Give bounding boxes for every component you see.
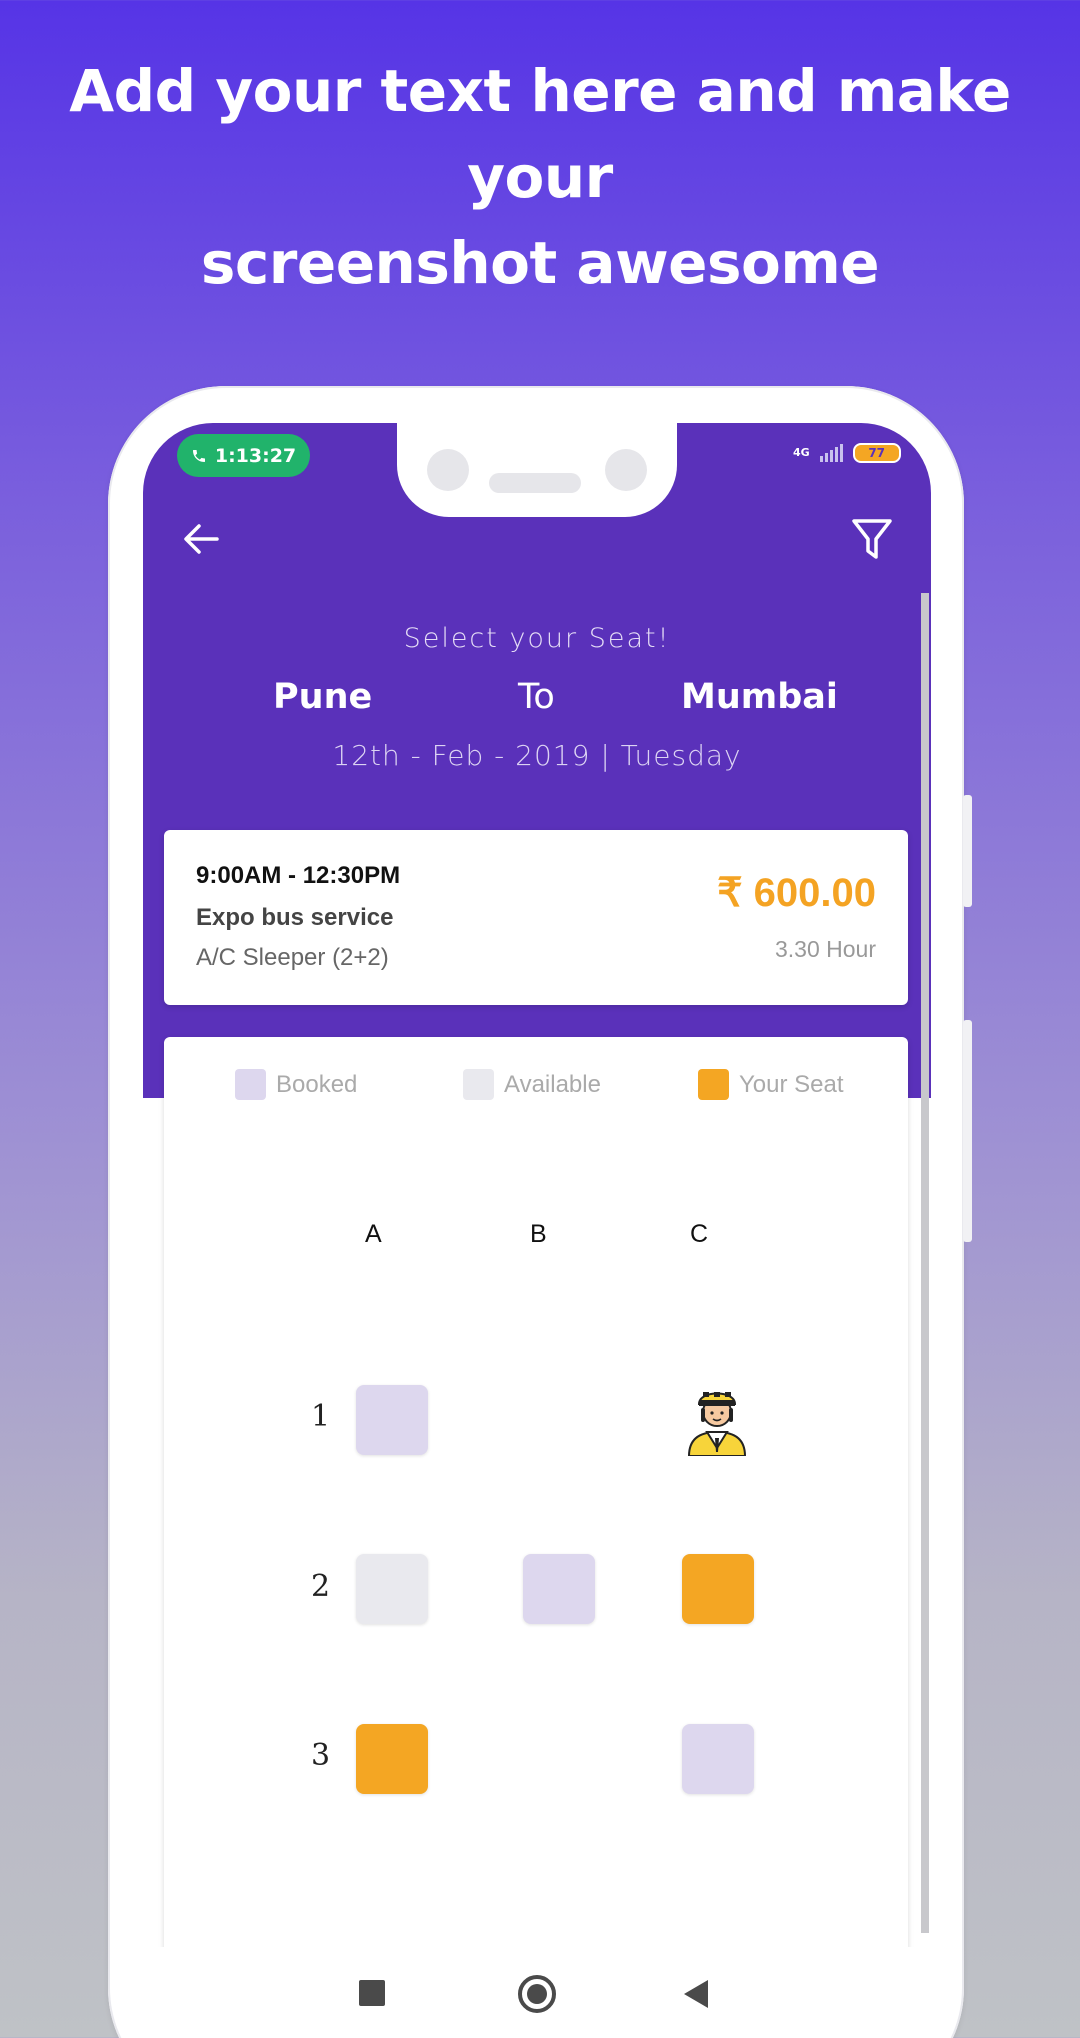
battery-icon: 77 bbox=[852, 443, 901, 463]
legend-your-seat: Your Seat bbox=[698, 1069, 844, 1100]
phone-call-icon bbox=[192, 449, 205, 462]
home-icon[interactable] bbox=[518, 1975, 556, 2013]
earpiece-speaker bbox=[489, 473, 581, 493]
front-camera-icon bbox=[427, 449, 469, 491]
phone-power-button bbox=[963, 1020, 972, 1242]
battery-level: 77 bbox=[868, 446, 886, 460]
your-seat-swatch bbox=[698, 1069, 729, 1100]
seat-3a[interactable] bbox=[356, 1724, 428, 1794]
route-separator: To bbox=[518, 677, 555, 717]
promo-headline: Add your text here and make your screens… bbox=[0, 48, 1080, 306]
origin-city: Pune bbox=[273, 677, 373, 717]
legend-available: Available bbox=[463, 1069, 601, 1100]
signal-icon bbox=[819, 444, 843, 462]
phone-volume-button bbox=[963, 795, 972, 907]
column-label-a: A bbox=[365, 1220, 382, 1248]
page-title: Select your Seat! bbox=[403, 623, 671, 654]
legend-your-seat-label: Your Seat bbox=[739, 1070, 844, 1098]
back-arrow-button[interactable] bbox=[177, 515, 225, 563]
booked-swatch bbox=[235, 1069, 266, 1100]
scrollbar[interactable] bbox=[921, 593, 929, 1933]
column-label-b: B bbox=[530, 1220, 547, 1248]
trip-time: 9:00AM - 12:30PM bbox=[196, 862, 401, 889]
status-icons: 4G 77 bbox=[793, 443, 901, 463]
row-label-2: 2 bbox=[311, 1569, 331, 1604]
recent-apps-icon[interactable] bbox=[359, 1980, 385, 2006]
seat-2c[interactable] bbox=[682, 1554, 754, 1624]
network-type: 4G bbox=[793, 446, 810, 459]
legend-booked: Booked bbox=[235, 1069, 357, 1100]
sensor-icon bbox=[605, 449, 647, 491]
row-label-3: 3 bbox=[311, 1738, 331, 1773]
destination-city: Mumbai bbox=[681, 677, 838, 717]
driver-icon bbox=[687, 1392, 747, 1456]
phone-screen: 1:13:27 4G 77 Select your Seat! Pune To … bbox=[143, 423, 931, 2038]
row-label-1: 1 bbox=[311, 1399, 331, 1434]
bus-operator: Expo bus service bbox=[196, 904, 394, 931]
legend-available-label: Available bbox=[504, 1070, 601, 1098]
trip-summary-card[interactable]: 9:00AM - 12:30PM Expo bus service A/C Sl… bbox=[164, 830, 908, 1005]
seat-map-panel: Booked Available Your Seat A B C 1 2 3 bbox=[164, 1037, 908, 2037]
trip-duration: 3.30 Hour bbox=[774, 936, 876, 962]
seat-1a[interactable] bbox=[356, 1385, 428, 1455]
call-timer: 1:13:27 bbox=[214, 444, 297, 467]
headline-line-1: Add your text here and make your bbox=[69, 57, 1011, 211]
legend-booked-label: Booked bbox=[276, 1070, 358, 1098]
filter-button[interactable] bbox=[849, 515, 895, 565]
bus-type: A/C Sleeper (2+2) bbox=[196, 944, 389, 971]
travel-date: 12th - Feb - 2019 | Tuesday bbox=[332, 739, 742, 772]
seat-2a[interactable] bbox=[356, 1554, 428, 1624]
available-swatch bbox=[463, 1069, 494, 1100]
nav-back-icon[interactable] bbox=[684, 1980, 708, 2008]
headline-line-2: screenshot awesome bbox=[200, 229, 880, 297]
seat-3c[interactable] bbox=[682, 1724, 754, 1794]
back-arrow-icon bbox=[184, 524, 219, 554]
filter-icon bbox=[852, 519, 892, 559]
fare-amount: ₹ 600.00 bbox=[717, 871, 876, 915]
column-label-c: C bbox=[690, 1220, 709, 1248]
ongoing-call-pill[interactable]: 1:13:27 bbox=[177, 434, 310, 477]
seat-2b[interactable] bbox=[523, 1554, 595, 1624]
notch bbox=[397, 423, 677, 517]
